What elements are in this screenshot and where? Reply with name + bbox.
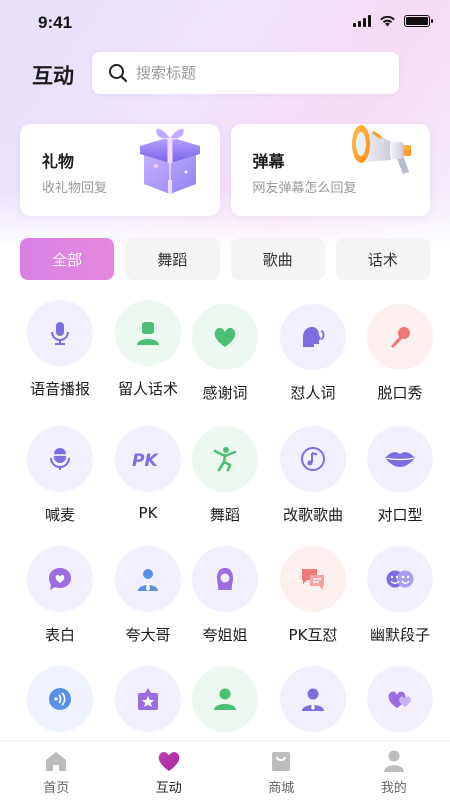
tab-songs[interactable]: 歌曲 [230,238,325,280]
gift-card[interactable]: 礼物 收礼物回复 [20,124,220,216]
gentleman-icon [138,569,158,591]
tabbar-label-mall: 商城 [268,781,295,796]
grid-item-pk-roast[interactable]: PK互怼 [268,546,358,645]
grid-item-person[interactable] [180,666,270,744]
chat-bubbles-icon [302,569,324,590]
battery-icon [404,15,433,27]
smile-faces-icon [386,570,414,588]
speaking-head-icon [303,327,325,347]
grid-item-label: 舞蹈 [209,506,240,524]
feature-cards: 礼物 收礼物回复 弹幕 网友弹幕怎么回复 [20,124,430,216]
search-icon [109,64,128,83]
suited-person-icon [302,688,324,711]
tabbar-item-me[interactable]: 我的 [338,741,450,800]
grid-item-label: 对口型 [377,506,423,524]
gift-card-subtitle: 收礼物回复 [42,181,108,196]
search-bar[interactable] [92,52,399,94]
grid-item-dance[interactable]: 舞蹈 [180,426,270,525]
mic-capsule-icon [50,448,70,470]
grid-item-song-remix[interactable]: 改歌歌曲 [268,426,358,525]
tab-dance[interactable]: 舞蹈 [125,238,220,280]
grid-item-label: 怼人词 [290,384,336,402]
home-icon [46,752,67,771]
tabbar-item-mall[interactable]: 商城 [225,741,338,800]
grid-item-label: PK互怼 [288,626,338,644]
danmaku-card[interactable]: 弹幕 网友弹幕怎么回复 [230,124,430,216]
dancer-icon [213,447,237,472]
grid-item-roast[interactable]: 怼人词 [268,304,358,403]
status-time: 9:41 [38,13,73,32]
tabbar-label-me: 我的 [380,781,407,796]
grid-item-talk-show[interactable]: 脱口秀 [355,304,445,403]
lady-icon [217,568,233,590]
grid-item-suited-person[interactable] [268,666,358,744]
heart-bubble-icon [49,568,71,590]
microphone-icon [51,322,69,345]
tab-scripts[interactable]: 话术 [335,238,430,280]
double-heart-icon [388,691,411,708]
svg-text:PK: PK [132,451,159,471]
search-input[interactable] [136,64,356,82]
star-gift-icon [138,688,158,710]
grid-item-shout-mic[interactable]: 喊麦 [15,426,105,525]
music-note-icon [301,447,325,471]
grid-item-double-heart[interactable] [355,666,445,744]
tabbar-label-interact: 互动 [155,781,182,796]
heart-icon [158,752,180,771]
grid-item-thanks[interactable]: 感谢词 [180,304,270,403]
grid-item-label: 喊麦 [44,506,75,524]
megaphone-icon [351,125,411,174]
grid-item-label: 脱口秀 [377,384,423,402]
cellular-signal-icon [353,15,371,27]
page-header: 互动 [0,52,450,94]
wifi-icon [380,15,395,27]
status-bar: 9:41 [0,0,450,46]
tabbar-item-home[interactable]: 首页 [0,741,113,800]
grid-item-label: 感谢词 [202,384,248,402]
gift-box-icon [140,128,200,194]
grid-item-label: 表白 [44,626,75,644]
danmaku-card-title: 弹幕 [252,152,285,171]
grid-item-label: 夸姐姐 [202,626,248,644]
grid-item-lip-sync[interactable]: 对口型 [355,426,445,525]
gift-card-title: 礼物 [42,152,75,171]
tabbar-label-home: 首页 [43,781,70,796]
pk-icon: PK [132,451,159,471]
tab-all[interactable]: 全部 [20,238,115,280]
grid-item-voice-broadcast[interactable]: 语音播报 [15,300,105,399]
category-tabs: 全部 舞蹈 歌曲 话术 [20,238,430,280]
lips-icon [385,452,415,467]
grid-item-label: 语音播报 [29,380,90,398]
person-icon [137,322,159,345]
sound-wave-icon [49,688,71,710]
grid-item-praise-sister[interactable]: 夸姐姐 [180,546,270,645]
grid-item-confession[interactable]: 表白 [15,546,105,645]
grid-item-label: 幽默段子 [369,626,430,644]
status-icons [353,15,433,27]
tabbar-item-interact[interactable]: 互动 [113,741,226,800]
heart-icon [214,327,236,347]
grid-item-label: 改歌歌曲 [282,506,343,524]
danmaku-card-subtitle: 网友弹幕怎么回复 [252,181,357,196]
bottom-tab-bar: 首页 互动 商城 我的 [0,740,450,800]
person-icon [214,688,236,710]
shopping-bag-icon [272,752,291,771]
user-icon [383,750,404,772]
grid-item-sound-wave[interactable] [15,666,105,744]
page-title: 互动 [32,64,74,88]
grid-item-humor-jokes[interactable]: 幽默段子 [355,546,445,645]
handheld-mic-icon [391,327,410,348]
